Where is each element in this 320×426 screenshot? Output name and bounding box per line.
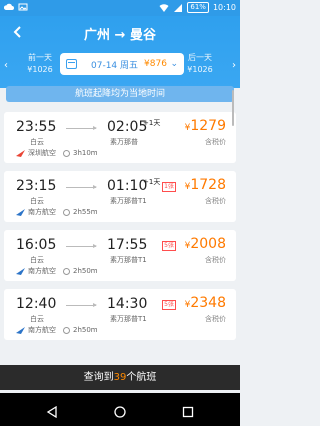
flight-price: ¥1728 xyxy=(185,177,226,193)
flight-card[interactable]: 12:40 14:30 白云 素万那普T1 南方航空 2h50m 5张 ¥2348 含税价 xyxy=(4,289,236,340)
route-arrow xyxy=(66,126,97,130)
airline-logo-icon xyxy=(16,326,25,334)
clock-icon xyxy=(63,326,70,334)
airline-info: 南方航空 2h55m xyxy=(16,207,98,217)
selected-date: 07-14 周五 xyxy=(91,60,139,71)
flight-duration: 2h50m xyxy=(73,267,98,275)
back-nav-icon[interactable] xyxy=(46,403,58,419)
price-value: 2348 xyxy=(190,295,226,311)
date-selector[interactable]: 07-14 周五 ¥876 ⌄ xyxy=(60,53,184,75)
route-arrow xyxy=(66,244,97,248)
chevron-down-icon: ⌄ xyxy=(170,59,178,69)
arrival-time: 14:30 xyxy=(107,296,148,312)
tax-note: 含税价 xyxy=(205,315,226,323)
price-value: 1279 xyxy=(190,118,226,134)
departure-time: 12:40 xyxy=(16,296,57,312)
flight-price: ¥2008 xyxy=(185,236,226,252)
tax-note: 含税价 xyxy=(205,197,226,205)
arrival-airport: 素万那普 xyxy=(110,138,138,146)
local-time-notice: 航班起降均为当地时间 xyxy=(6,86,234,102)
tax-note: 含税价 xyxy=(205,256,226,264)
next-day-button[interactable]: 后一天 ¥1026 xyxy=(180,52,220,82)
seats-left-badge: 5张 xyxy=(162,300,176,310)
result-count: 39 xyxy=(113,372,127,383)
arrival-time: 01:10 xyxy=(107,178,148,194)
arrival-time: 02:05 xyxy=(107,119,148,135)
airline-info: 南方航空 2h50m xyxy=(16,325,98,335)
airline-logo-icon xyxy=(16,267,25,275)
calendar-icon xyxy=(66,59,77,69)
home-nav-icon[interactable] xyxy=(114,403,126,418)
departure-airport: 白云 xyxy=(30,138,44,146)
image-icon xyxy=(18,2,28,12)
clock-time: 10:10 xyxy=(212,3,236,12)
tax-note: 含税价 xyxy=(205,138,226,146)
departure-airport: 白云 xyxy=(30,197,44,205)
prev-day-button[interactable]: 前一天 ¥1026 xyxy=(20,52,60,82)
header: 广州 → 曼谷 ‹ 前一天 ¥1026 07-14 周五 ¥876 ⌄ 后一天 … xyxy=(0,16,240,88)
next-day-label: 后一天 xyxy=(188,53,212,62)
arrival-airport: 素万那普T1 xyxy=(110,256,147,264)
flight-duration: 2h50m xyxy=(73,326,98,334)
status-bar: 61% 10:10 xyxy=(0,0,240,16)
plus-day: +1天 xyxy=(143,119,161,127)
flight-card[interactable]: 23:55 02:05 +1天白云 素万那普深圳航空 3h10m ¥1279 含税价 xyxy=(4,112,236,163)
prev-day-label: 前一天 xyxy=(28,53,52,62)
signal-icon xyxy=(173,3,183,13)
departure-time: 23:55 xyxy=(16,119,57,135)
flight-card[interactable]: 23:15 01:10 +1天白云 素万那普T1 南方航空 2h55m 1张 ¥1728 含税价 xyxy=(4,171,236,222)
clock-icon xyxy=(63,267,70,275)
battery-indicator: 61% xyxy=(187,2,209,13)
departure-airport: 白云 xyxy=(30,256,44,264)
arrival-time: 17:55 xyxy=(107,237,148,253)
result-prefix: 查询到 xyxy=(83,372,114,383)
flight-price: ¥2348 xyxy=(185,295,226,311)
clock-icon xyxy=(63,149,70,157)
airline-name: 南方航空 xyxy=(28,267,56,275)
selected-date-price: ¥876 xyxy=(144,59,167,69)
chevron-right-icon[interactable]: › xyxy=(232,60,236,71)
arrival-airport: 素万那普T1 xyxy=(110,315,147,323)
airline-name: 深圳航空 xyxy=(28,149,56,157)
airline-name: 南方航空 xyxy=(28,326,56,334)
departure-time: 16:05 xyxy=(16,237,57,253)
price-value: 2008 xyxy=(190,236,226,252)
route-title: 广州 → 曼谷 xyxy=(84,28,156,43)
airline-name: 南方航空 xyxy=(28,208,56,216)
chevron-left-icon[interactable]: ‹ xyxy=(4,60,8,71)
seats-left-badge: 5张 xyxy=(162,241,176,251)
departure-airport: 白云 xyxy=(30,315,44,323)
price-value: 1728 xyxy=(190,177,226,193)
arrival-airport: 素万那普T1 xyxy=(110,197,147,205)
seats-left-badge: 1张 xyxy=(162,182,176,192)
flight-duration: 3h10m xyxy=(73,149,98,157)
result-count-bar: 查询到39个航班 xyxy=(0,365,240,390)
scrollbar[interactable] xyxy=(232,90,234,126)
flight-price: ¥1279 xyxy=(185,118,226,134)
system-nav-bar xyxy=(0,393,240,426)
flight-card[interactable]: 16:05 17:55 白云 素万那普T1 南方航空 2h50m 5张 ¥2008 含税价 xyxy=(4,230,236,281)
route-arrow xyxy=(66,185,97,189)
wifi-icon xyxy=(159,3,169,13)
airline-logo-icon xyxy=(16,149,25,157)
result-suffix: 个航班 xyxy=(126,372,157,383)
cloud-icon xyxy=(3,2,14,12)
recents-nav-icon[interactable] xyxy=(182,403,194,418)
prev-day-price: ¥1026 xyxy=(27,65,53,74)
plus-day: +1天 xyxy=(143,178,161,186)
clock-icon xyxy=(63,208,70,216)
flight-duration: 2h55m xyxy=(73,208,98,216)
next-day-price: ¥1026 xyxy=(187,65,213,74)
departure-time: 23:15 xyxy=(16,178,57,194)
airline-info: 深圳航空 3h10m xyxy=(16,148,98,158)
airline-logo-icon xyxy=(16,208,25,216)
route-arrow xyxy=(66,303,97,307)
airline-info: 南方航空 2h50m xyxy=(16,266,98,276)
